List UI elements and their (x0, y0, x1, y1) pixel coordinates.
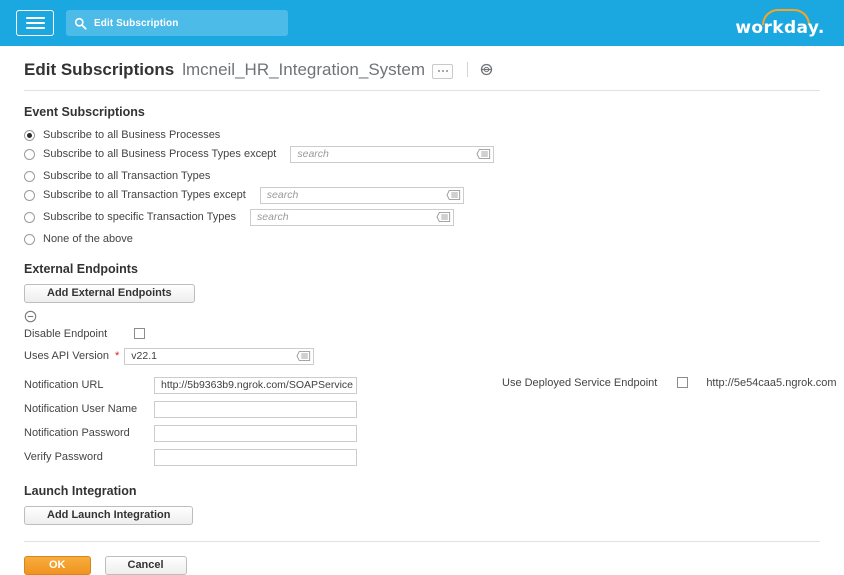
placeholder-text: search (297, 148, 329, 160)
integration-system-icon[interactable] (480, 63, 493, 76)
page-header: Edit Subscriptions lmcneil_HR_Integratio… (0, 46, 844, 82)
section-heading-event-subscriptions: Event Subscriptions (24, 104, 145, 119)
prompt-list-icon[interactable] (476, 148, 491, 160)
radio-row-none-of-the-above[interactable]: None of the above (24, 231, 820, 248)
add-launch-integration-button[interactable]: Add Launch Integration (24, 505, 194, 525)
radio-label: Subscribe to all Transaction Types (43, 170, 211, 182)
verify-password-row: Verify Password (24, 447, 820, 468)
global-search-value: Edit Subscription (94, 17, 179, 29)
radio-row-all-bp-types-except[interactable]: Subscribe to all Business Process Types … (24, 145, 820, 163)
remove-circle-icon[interactable] (24, 310, 37, 323)
radio-label: Subscribe to all Business Processes (43, 129, 221, 141)
api-version-row: Uses API Version * v22.1 (24, 347, 820, 365)
radio-row-specific-transaction-types[interactable]: Subscribe to specific Transaction Types … (24, 208, 820, 226)
global-search-input[interactable]: Edit Subscription (66, 10, 288, 36)
global-header: Edit Subscription workday. (0, 0, 844, 46)
radio-row-all-business-processes[interactable]: Subscribe to all Business Processes (24, 127, 820, 144)
ok-button[interactable]: OK (24, 555, 91, 575)
api-version-input[interactable]: v22.1 (124, 347, 315, 365)
placeholder-text: search (266, 189, 299, 201)
prompt-list-icon[interactable] (446, 189, 461, 201)
radio-label: Subscribe to all Transaction Types excep… (43, 189, 246, 201)
radio-specific-transaction-types[interactable] (24, 211, 35, 223)
notification-password-input[interactable] (154, 424, 357, 442)
workday-logo-text: workday. (735, 18, 825, 38)
notification-url-label: Notification URL (24, 379, 104, 391)
notification-fields: Notification URL http://5b9363b9.ngrok.c… (24, 375, 837, 468)
title-divider (467, 62, 469, 77)
radio-all-business-processes[interactable] (24, 129, 35, 141)
section-heading-launch-integration: Launch Integration (24, 483, 137, 498)
notification-url-value: http://5b9363b9.ngrok.com/SOAPService (161, 379, 354, 391)
api-version-value: v22.1 (131, 350, 157, 362)
notification-user-name-input[interactable] (154, 400, 357, 418)
deployed-service-endpoint-url: http://5e54caa5.ngrok.com (706, 376, 837, 389)
api-version-label: Uses API Version (24, 350, 109, 362)
event-subscriptions-radio-group: Subscribe to all Business Processes Subs… (24, 127, 820, 248)
radio-all-bp-types-except[interactable] (24, 148, 35, 160)
radio-label: Subscribe to specific Transaction Types (43, 211, 237, 223)
hamburger-menu-icon[interactable] (16, 10, 54, 36)
notification-password-row: Notification Password (24, 423, 820, 444)
radio-all-transaction-types-except[interactable] (24, 189, 35, 201)
footer-buttons: OK Cancel (24, 555, 820, 575)
transaction-types-except-input[interactable]: search (259, 186, 464, 204)
add-external-endpoints-button[interactable]: Add External Endpoints (24, 283, 195, 303)
notification-password-label: Notification Password (24, 427, 130, 439)
page-title: Edit Subscriptions (24, 60, 175, 79)
radio-row-all-transaction-types[interactable]: Subscribe to all Transaction Types (24, 168, 820, 185)
deployed-service-endpoint-row: Use Deployed Service Endpoint http://5e5… (502, 377, 837, 389)
workday-logo: workday. (734, 8, 826, 40)
radio-all-transaction-types[interactable] (24, 170, 35, 182)
prompt-list-icon[interactable] (296, 350, 311, 362)
search-icon (74, 17, 87, 30)
radio-row-all-transaction-types-except[interactable]: Subscribe to all Transaction Types excep… (24, 186, 820, 204)
disable-endpoint-row: Disable Endpoint (24, 328, 820, 340)
page-content: Event Subscriptions Subscribe to all Bus… (0, 105, 844, 575)
disable-endpoint-label: Disable Endpoint (24, 327, 108, 340)
deployed-service-endpoint-checkbox[interactable] (677, 377, 689, 388)
page-subject: lmcneil_HR_Integration_System (182, 60, 426, 79)
verify-password-label: Verify Password (24, 451, 103, 463)
section-heading-external-endpoints: External Endpoints (24, 261, 138, 276)
disable-endpoint-checkbox[interactable] (134, 328, 145, 339)
radio-none-of-the-above[interactable] (24, 233, 35, 245)
placeholder-text: search (257, 211, 289, 223)
prompt-list-icon[interactable] (436, 211, 451, 223)
bp-types-except-input[interactable]: search (290, 145, 495, 163)
required-indicator-icon: * (115, 350, 120, 362)
verify-password-input[interactable] (154, 448, 357, 466)
deployed-service-endpoint-label: Use Deployed Service Endpoint (502, 376, 658, 389)
notification-user-name-row: Notification User Name (24, 399, 820, 420)
cancel-button[interactable]: Cancel (104, 555, 187, 575)
title-rule (24, 89, 820, 91)
notification-user-name-label: Notification User Name (24, 403, 138, 415)
footer-rule (24, 540, 820, 542)
radio-label: Subscribe to all Business Process Types … (43, 148, 277, 160)
radio-label: None of the above (43, 233, 133, 245)
specific-transaction-types-input[interactable]: search (250, 208, 455, 226)
related-actions-button[interactable] (432, 63, 454, 79)
notification-url-input[interactable]: http://5b9363b9.ngrok.com/SOAPService (154, 376, 357, 394)
